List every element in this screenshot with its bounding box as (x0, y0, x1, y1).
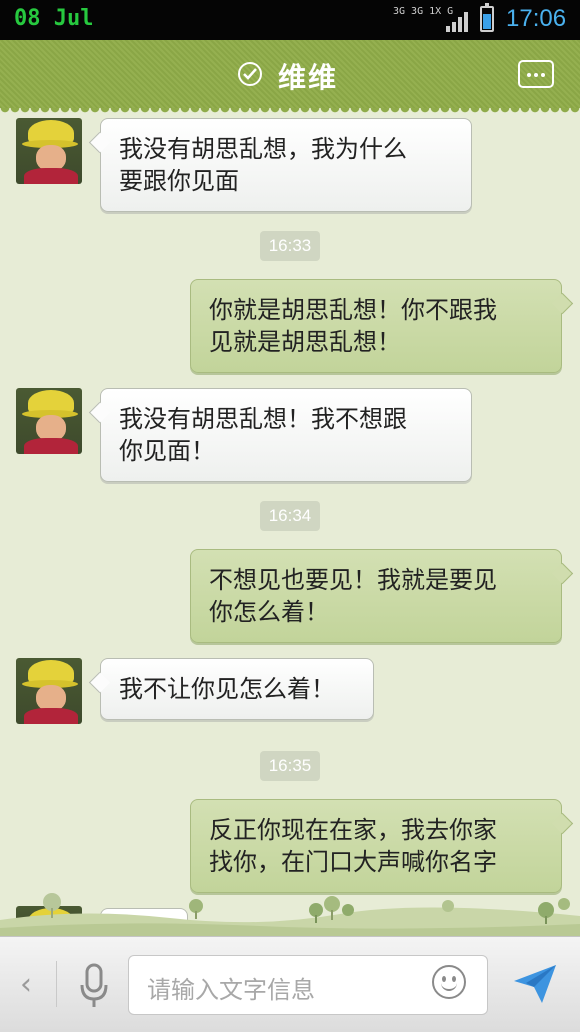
incoming-message-bubble[interactable]: 我没有胡思乱想，我为什么 要跟你见面 (100, 118, 472, 212)
timestamp: 16:33 (260, 231, 320, 261)
input-placeholder: 请输入文字信息 (147, 976, 315, 1004)
input-bar: ‹ 请输入文字信息 (0, 936, 580, 1032)
message-line: 我没有胡思乱想！我不想跟 (119, 405, 407, 433)
incoming-message-bubble[interactable]: 我不让你见怎么着！ (100, 658, 374, 720)
contact-avatar[interactable] (16, 388, 82, 454)
divider (56, 961, 57, 1007)
outgoing-message-bubble[interactable]: 反正你现在在家，我去你家 找你，在门口大声喊你名字 (190, 799, 562, 893)
timestamp: 16:34 (260, 501, 320, 531)
send-icon[interactable] (512, 963, 558, 1005)
outgoing-message-bubble[interactable]: 不想见也要见！我就是要见 你怎么着！ (190, 549, 562, 643)
network-indicator: 3G 3G 1X G (393, 6, 454, 17)
message-line: 你怎么着！ (209, 598, 329, 626)
message-line: 反正你现在在家，我去你家 (209, 816, 497, 844)
message-line: 要跟你见面 (119, 167, 239, 195)
message-line: 见就是胡思乱想！ (209, 328, 401, 356)
message-line: 你就是胡思乱想！你不跟我 (209, 296, 497, 324)
chat-header: 维维 (0, 40, 580, 114)
landscape-decoration (0, 893, 580, 938)
microphone-icon[interactable] (78, 961, 110, 1011)
back-chevron-icon[interactable]: ‹ (20, 967, 32, 1002)
message-line: 不想见也要见！我就是要见 (209, 566, 497, 594)
message-line: 你见面！ (119, 437, 215, 465)
more-icon[interactable] (518, 60, 554, 88)
contact-avatar[interactable] (16, 118, 82, 184)
status-bar: 08 Jul 3G 3G 1X G 17:06 (0, 0, 580, 40)
incoming-message-bubble[interactable]: 我没有胡思乱想！我不想跟 你见面！ (100, 388, 472, 482)
verified-check-icon (238, 62, 262, 86)
battery-icon (480, 3, 494, 32)
message-line: 我不让你见怎么着！ (119, 675, 335, 703)
contact-name: 维维 (278, 61, 339, 94)
emoji-icon[interactable] (432, 965, 466, 999)
signal-icon (446, 10, 468, 32)
status-time: 17:06 (506, 5, 567, 32)
status-date: 08 Jul (14, 6, 94, 31)
message-line: 我没有胡思乱想，我为什么 (119, 135, 407, 163)
timestamp: 16:35 (260, 751, 320, 781)
outgoing-message-bubble[interactable]: 你就是胡思乱想！你不跟我 见就是胡思乱想！ (190, 279, 562, 373)
message-line: 找你，在门口大声喊你名字 (209, 848, 497, 876)
contact-avatar[interactable] (16, 658, 82, 724)
